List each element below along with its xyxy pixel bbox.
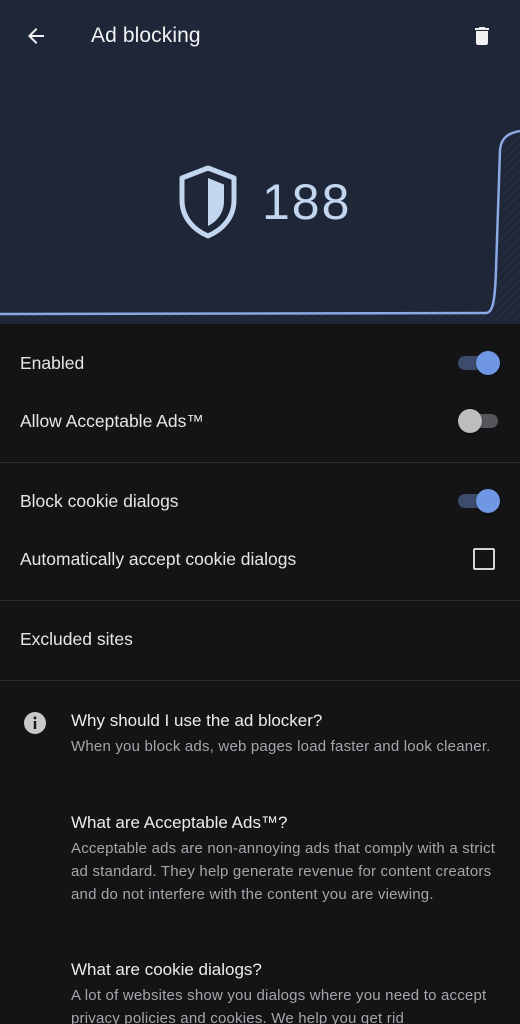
faq-question: What are Acceptable Ads™? (71, 813, 288, 832)
acceptable-ads-label: Allow Acceptable Ads™ (20, 410, 204, 431)
blocked-counter: 188 (176, 164, 351, 240)
section-divider (0, 600, 520, 601)
back-button[interactable] (16, 16, 56, 56)
ad-blocking-screen: Ad blocking 188 Enabled Allow Acceptable… (0, 0, 520, 1024)
section-divider (0, 680, 520, 681)
faq-answer: When you block ads, web pages load faste… (71, 738, 491, 755)
toggle-thumb (458, 409, 482, 433)
block-cookie-row[interactable]: Block cookie dialogs (0, 472, 520, 530)
page-title: Ad blocking (91, 24, 201, 47)
auto-accept-cookie-row[interactable]: Automatically accept cookie dialogs (0, 530, 520, 588)
toggle-thumb (476, 351, 500, 375)
toggle-thumb (476, 489, 500, 513)
blocked-count: 188 (262, 174, 352, 230)
block-cookie-label: Block cookie dialogs (20, 490, 179, 511)
auto-accept-cookie-checkbox[interactable] (473, 548, 495, 570)
shield-icon (179, 165, 237, 239)
faq-item: What are cookie dialogs? A lot of websit… (71, 959, 501, 1024)
excluded-sites-label: Excluded sites (20, 628, 133, 649)
acceptable-ads-toggle[interactable] (456, 407, 500, 435)
faq-answer: A lot of websites show you dialogs where… (71, 987, 487, 1024)
block-cookie-toggle[interactable] (456, 487, 500, 515)
enabled-toggle[interactable] (456, 349, 500, 377)
section-divider (0, 462, 520, 463)
app-bar: Ad blocking (0, 0, 520, 72)
faq-item: What are Acceptable Ads™? Acceptable ads… (71, 812, 501, 906)
info-icon (24, 712, 46, 734)
faq-answer: Acceptable ads are non-annoying ads that… (71, 840, 496, 903)
delete-stats-button[interactable] (462, 16, 502, 56)
enabled-row[interactable]: Enabled (0, 334, 520, 392)
enabled-label: Enabled (20, 352, 85, 373)
acceptable-ads-row[interactable]: Allow Acceptable Ads™ (0, 392, 520, 450)
arrow-left-icon (28, 28, 44, 44)
trash-icon (475, 27, 489, 45)
faq-question: What are cookie dialogs? (71, 960, 262, 979)
stats-header: Ad blocking 188 (0, 0, 520, 324)
auto-accept-cookie-label: Automatically accept cookie dialogs (20, 548, 297, 569)
faq-question: Why should I use the ad blocker? (71, 711, 323, 730)
faq-item: Why should I use the ad blocker? When yo… (71, 710, 501, 758)
excluded-sites-row[interactable]: Excluded sites (0, 610, 520, 668)
